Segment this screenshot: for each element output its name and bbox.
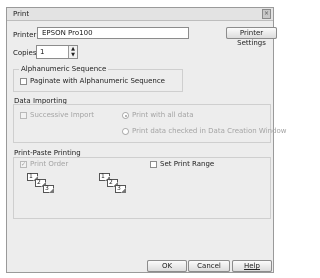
printer-settings-button[interactable]: Printer Settings — [226, 27, 277, 47]
spin-down-button[interactable]: ▼ — [68, 52, 77, 58]
cancel-label: Cancel — [197, 262, 221, 270]
sheet-number: 1 — [101, 173, 105, 180]
sheet-number: 3 — [117, 185, 121, 192]
alphanumeric-group-title: Alphanumeric Sequence — [19, 65, 109, 73]
sheet-number: 2 — [109, 179, 113, 186]
print-paste-title: Print-Paste Printing — [14, 149, 81, 157]
ok-button[interactable]: OK — [147, 260, 187, 272]
checkmark-icon: ✓ — [21, 161, 27, 168]
print-all-label: Print with all data — [132, 111, 194, 119]
printer-field[interactable]: EPSON Pro100 — [37, 27, 189, 39]
sheet-number: 3 — [45, 185, 49, 192]
help-label: Help — [244, 262, 260, 270]
sheet-number: 2 — [37, 179, 41, 186]
sheet-icon: 3 — [43, 185, 54, 193]
cancel-button[interactable]: Cancel — [188, 260, 230, 272]
printer-settings-label: Printer Settings — [237, 29, 266, 47]
successive-import-checkbox[interactable] — [20, 112, 27, 119]
print-checked-label: Print data checked in Data Creation Wind… — [132, 127, 287, 135]
copies-value: 1 — [40, 48, 45, 56]
sheet-number: 1 — [29, 173, 33, 180]
paginate-checkbox[interactable] — [20, 78, 27, 85]
printer-value: EPSON Pro100 — [42, 29, 93, 37]
paginate-label: Paginate with Alphanumeric Sequence — [30, 77, 165, 85]
sheet-icon: 3 — [115, 185, 126, 193]
copies-input[interactable]: 1 ▲ ▼ — [36, 45, 78, 59]
ok-label: OK — [161, 262, 173, 270]
window-title: Print — [13, 10, 30, 18]
print-dialog: Print × Printer EPSON Pro100 Printer Set… — [6, 7, 287, 273]
close-icon: × — [263, 10, 270, 17]
chevron-down-icon: ▼ — [71, 52, 75, 58]
copies-label: Copies — [13, 49, 37, 57]
help-button[interactable]: Help — [232, 260, 272, 272]
set-print-range-label: Set Print Range — [160, 160, 215, 168]
print-order-label: Print Order — [30, 160, 69, 168]
close-button[interactable]: × — [262, 9, 271, 19]
data-importing-group — [13, 104, 271, 143]
print-all-radio[interactable] — [122, 112, 129, 119]
successive-import-label: Successive Import — [30, 111, 95, 119]
printer-label: Printer — [13, 31, 37, 39]
print-checked-radio[interactable] — [122, 128, 129, 135]
title-bar: Print × — [7, 8, 273, 21]
print-order-checkbox[interactable]: ✓ — [20, 161, 27, 168]
set-print-range-checkbox[interactable] — [150, 161, 157, 168]
